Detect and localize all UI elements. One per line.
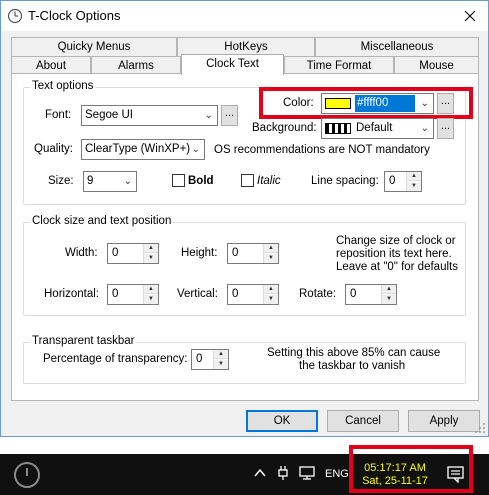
tab-miscellaneous[interactable]: Miscellaneous	[315, 37, 479, 56]
font-label: Font:	[45, 109, 72, 121]
start-clock-icon[interactable]	[14, 462, 40, 488]
background-value: Default	[356, 122, 393, 134]
line-spacing-spinner[interactable]: 0 ▲ ▼	[384, 171, 422, 192]
horizontal-label: Horizontal:	[44, 288, 99, 300]
transparent-taskbar-label: Transparent taskbar	[30, 335, 137, 347]
chevron-up-icon[interactable]	[254, 468, 266, 478]
width-label: Width:	[65, 247, 98, 259]
height-spinner[interactable]: 0 ▲ ▼	[227, 243, 279, 264]
size-combobox[interactable]: 9 ⌄	[83, 171, 137, 192]
quality-value: ClearType (WinXP+)	[85, 143, 191, 155]
window-title: T-Clock Options	[28, 8, 121, 23]
bold-label: Bold	[188, 175, 214, 187]
tab-clock-text[interactable]: Clock Text	[181, 54, 284, 75]
width-value: 0	[112, 247, 119, 259]
background-label: Background:	[252, 122, 317, 134]
bold-checkbox[interactable]	[172, 174, 185, 187]
size-label: Size:	[48, 175, 74, 187]
resize-grip-icon[interactable]	[474, 422, 486, 434]
italic-checkbox[interactable]	[241, 174, 254, 187]
chevron-down-icon: ⌄	[191, 144, 200, 155]
spin-down-icon[interactable]: ▼	[407, 182, 421, 191]
rotate-value: 0	[350, 288, 357, 300]
clock-highlight-box	[349, 445, 473, 493]
spin-up-icon[interactable]: ▲	[144, 285, 158, 294]
close-icon	[464, 10, 476, 22]
background-combobox[interactable]: Default ⌄	[321, 118, 434, 139]
vertical-spinner[interactable]: 0 ▲ ▼	[227, 284, 279, 305]
height-value: 0	[232, 247, 239, 259]
vertical-value: 0	[232, 288, 239, 300]
close-button[interactable]	[453, 1, 487, 31]
spin-up-icon[interactable]: ▲	[382, 285, 396, 294]
transparency-value: 0	[196, 353, 203, 365]
spin-up-icon[interactable]: ▲	[214, 350, 228, 359]
text-options-label: Text options	[30, 80, 96, 92]
spin-down-icon[interactable]: ▼	[264, 254, 278, 263]
rotate-label: Rotate:	[299, 288, 337, 300]
clock-size-label: Clock size and text position	[30, 215, 174, 227]
height-label: Height:	[181, 247, 218, 259]
vertical-label: Vertical:	[177, 288, 218, 300]
title-bar[interactable]: T-Clock Options	[1, 1, 488, 31]
spin-down-icon[interactable]: ▼	[144, 295, 158, 304]
spin-up-icon[interactable]: ▲	[264, 285, 278, 294]
line-spacing-label: Line spacing:	[311, 175, 379, 187]
font-value: Segoe UI	[85, 109, 133, 121]
apply-button[interactable]: Apply	[408, 410, 480, 432]
spin-down-icon[interactable]: ▼	[382, 295, 396, 304]
tclock-options-window: T-Clock Options Quicky Menus HotKeys Mis…	[0, 0, 489, 437]
tab-quicky-menus[interactable]: Quicky Menus	[11, 37, 177, 56]
width-spinner[interactable]: 0 ▲ ▼	[107, 243, 159, 264]
quality-note: OS recommendations are NOT mandatory	[214, 144, 430, 156]
chevron-down-icon: ⌄	[420, 123, 429, 134]
background-browse-button[interactable]: ...	[437, 118, 454, 139]
cancel-button[interactable]: Cancel	[327, 410, 399, 432]
chevron-down-icon: ⌄	[204, 110, 213, 121]
transparency-note-line2: the taskbar to vanish	[299, 360, 406, 372]
size-info-line2: reposition its text here.	[336, 248, 452, 260]
quality-label: Quality:	[34, 143, 73, 155]
spin-up-icon[interactable]: ▲	[264, 244, 278, 253]
percentage-label: Percentage of transparency:	[43, 353, 188, 365]
transparency-note-line1: Setting this above 85% can cause	[267, 347, 441, 359]
horizontal-value: 0	[112, 288, 119, 300]
size-info-line1: Change size of clock or	[336, 235, 456, 247]
spin-down-icon[interactable]: ▼	[214, 360, 228, 369]
horizontal-spinner[interactable]: 0 ▲ ▼	[107, 284, 159, 305]
chevron-down-icon: ⌄	[123, 176, 132, 187]
power-plug-icon[interactable]	[275, 465, 291, 481]
font-combobox[interactable]: Segoe UI ⌄	[81, 105, 218, 126]
line-spacing-value: 0	[389, 175, 396, 187]
size-value: 9	[87, 175, 94, 187]
language-indicator[interactable]: ENG	[325, 468, 349, 480]
font-browse-button[interactable]: ...	[221, 105, 238, 126]
checker-swatch-icon	[325, 123, 351, 134]
transparency-spinner[interactable]: 0 ▲ ▼	[191, 349, 229, 370]
spin-up-icon[interactable]: ▲	[144, 244, 158, 253]
quality-combobox[interactable]: ClearType (WinXP+) ⌄	[81, 139, 205, 160]
network-icon[interactable]	[299, 466, 317, 481]
rotate-spinner[interactable]: 0 ▲ ▼	[345, 284, 397, 305]
spin-down-icon[interactable]: ▼	[264, 295, 278, 304]
clock-icon	[7, 8, 23, 24]
color-highlight-box	[259, 87, 473, 119]
ok-button[interactable]: OK	[246, 410, 318, 432]
italic-label: Italic	[257, 175, 281, 187]
spin-up-icon[interactable]: ▲	[407, 172, 421, 181]
spin-down-icon[interactable]: ▼	[144, 254, 158, 263]
size-info-line3: Leave at "0" for defaults	[336, 261, 458, 273]
